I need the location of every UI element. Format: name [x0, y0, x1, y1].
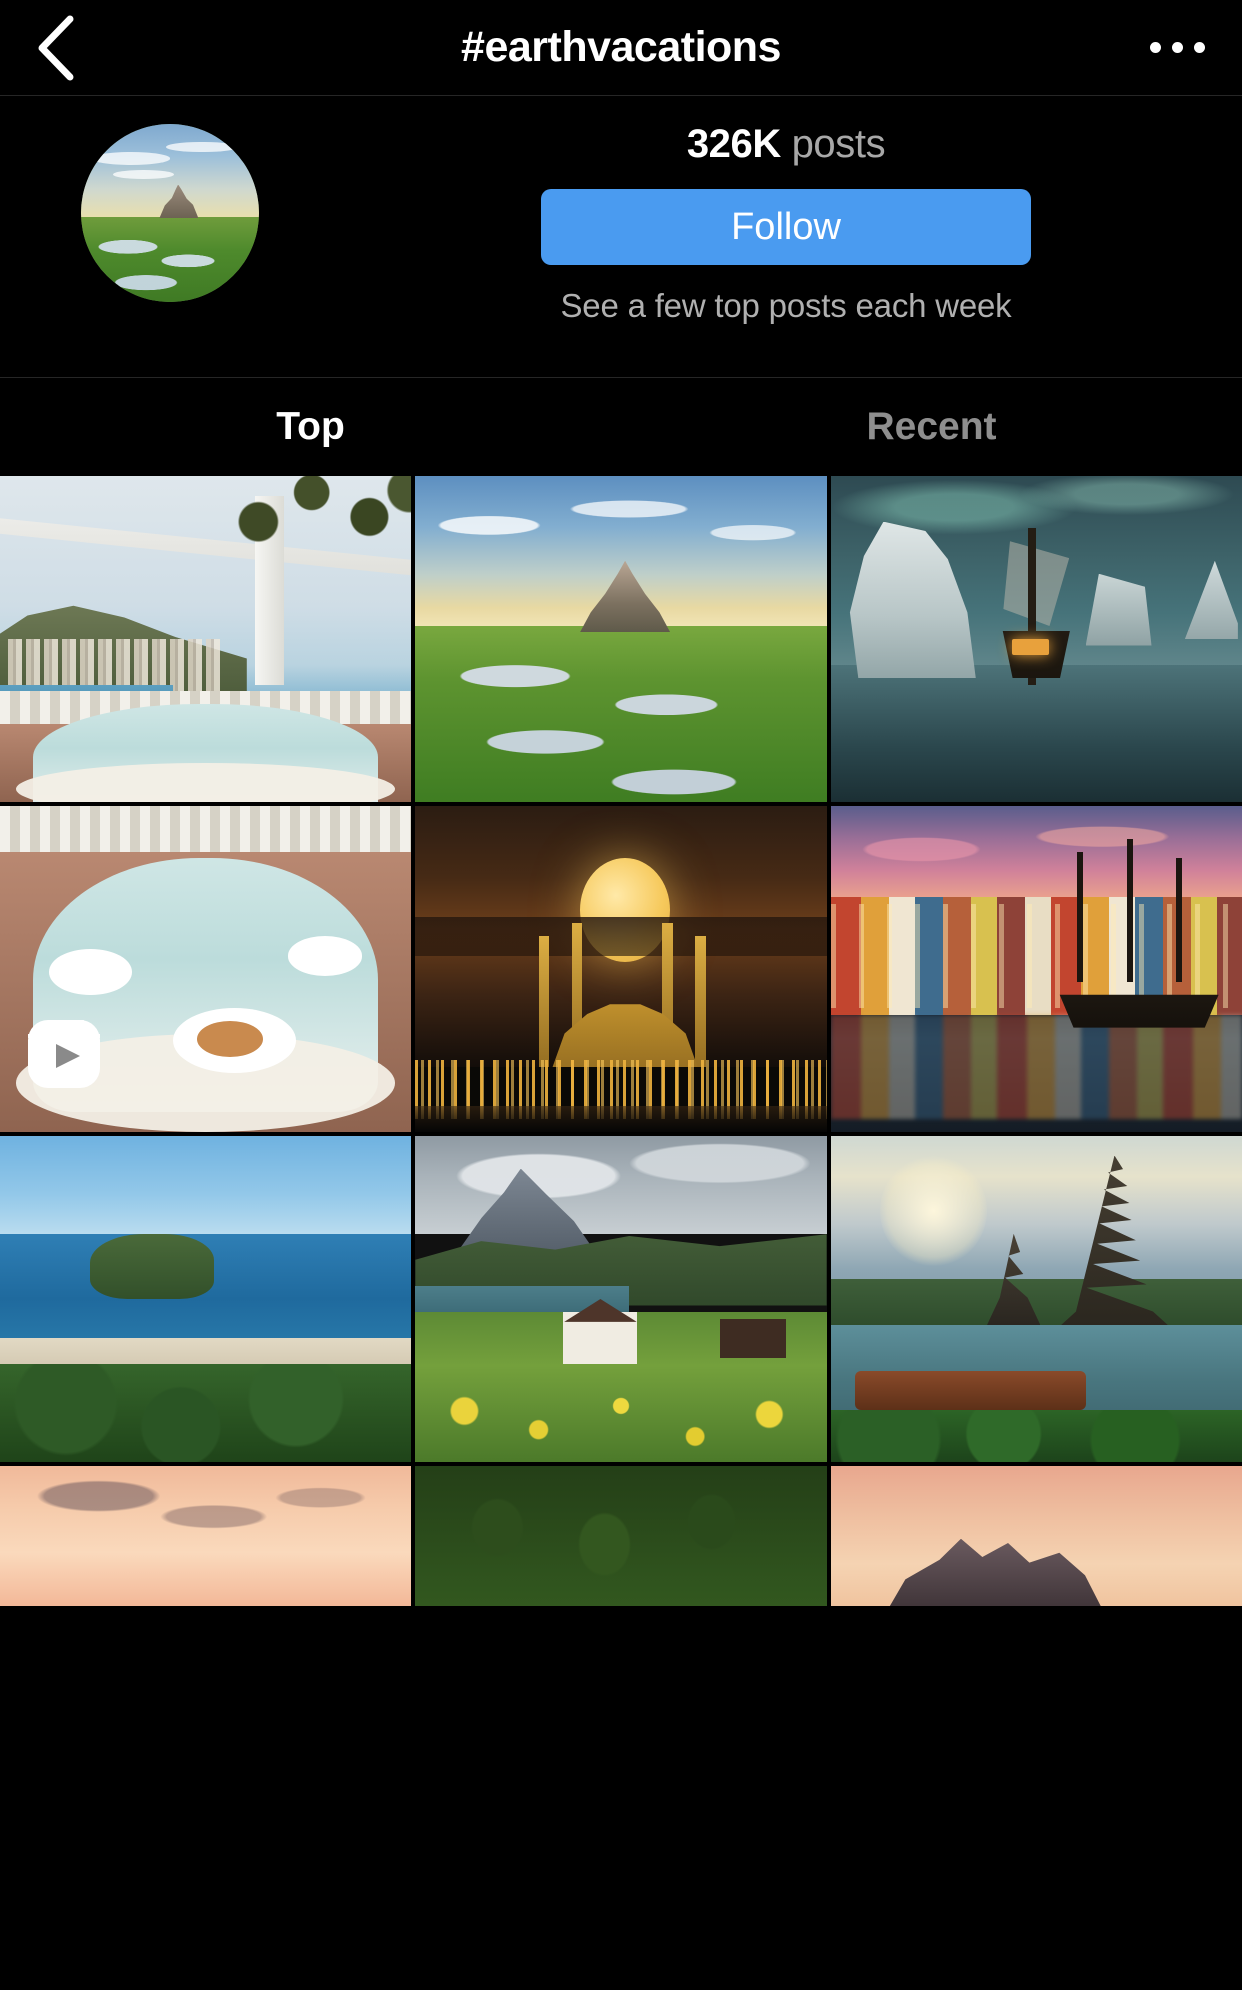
grid-post-7[interactable] [415, 1136, 827, 1462]
reels-clip-icon [26, 1018, 102, 1090]
back-button[interactable] [0, 0, 110, 96]
more-options-icon [1149, 42, 1205, 53]
post-count-value: 326K [686, 122, 781, 166]
post-thumbnail-nyhavn-harbour [830, 806, 1242, 1132]
tab-bar: Top Recent [0, 378, 1242, 476]
grid-post-1[interactable] [0, 476, 412, 802]
avatar[interactable] [81, 124, 259, 302]
post-thumbnail-fern-leaves [415, 1466, 827, 1606]
grid-post-10[interactable] [415, 1466, 827, 1606]
more-options-button[interactable] [1112, 0, 1242, 96]
grid-post-4[interactable] [415, 806, 827, 1132]
post-thumbnail-sunset-sky [0, 1466, 412, 1606]
post-thumbnail-iceberg-ship [830, 476, 1242, 802]
post-count-label: posts [791, 122, 886, 166]
post-thumbnail-mont-saint-michel [415, 476, 827, 802]
post-count-line: 326K posts [686, 122, 886, 167]
post-thumbnail-bali-temple [830, 1136, 1242, 1462]
post-grid [0, 476, 1242, 1606]
page-title: #earthvacations [461, 23, 781, 71]
follow-subtitle: See a few top posts each week [560, 287, 1012, 324]
avatar-river [95, 234, 245, 299]
top-navigation-bar: #earthvacations [0, 0, 1242, 96]
post-thumbnail-coastal-headland [0, 1136, 412, 1462]
grid-post-11[interactable] [830, 1466, 1242, 1606]
grid-post-6[interactable] [0, 1136, 412, 1462]
post-thumbnail-positano [0, 476, 412, 802]
grid-post-9[interactable] [0, 1466, 412, 1606]
follow-button[interactable]: Follow [541, 189, 1031, 265]
hashtag-info-section: 326K posts Follow See a few top posts ea… [0, 96, 1242, 378]
grid-post-2[interactable] [415, 476, 827, 802]
tab-top[interactable]: Top [0, 378, 621, 476]
post-thumbnail-mountain-peaks [830, 1466, 1242, 1606]
grid-post-3[interactable] [830, 476, 1242, 802]
post-thumbnail-alpine-chalet [415, 1136, 827, 1462]
hashtag-details: 326K posts Follow See a few top posts ea… [340, 96, 1242, 325]
chevron-left-icon [34, 15, 76, 81]
grid-post-5[interactable] [830, 806, 1242, 1132]
grid-post-1-lower[interactable] [0, 806, 412, 1132]
avatar-container [0, 96, 340, 302]
tab-recent[interactable]: Recent [621, 378, 1242, 476]
avatar-cloud [91, 152, 170, 165]
post-thumbnail-moon-mosque [415, 806, 827, 1132]
grid-post-8[interactable] [830, 1136, 1242, 1462]
